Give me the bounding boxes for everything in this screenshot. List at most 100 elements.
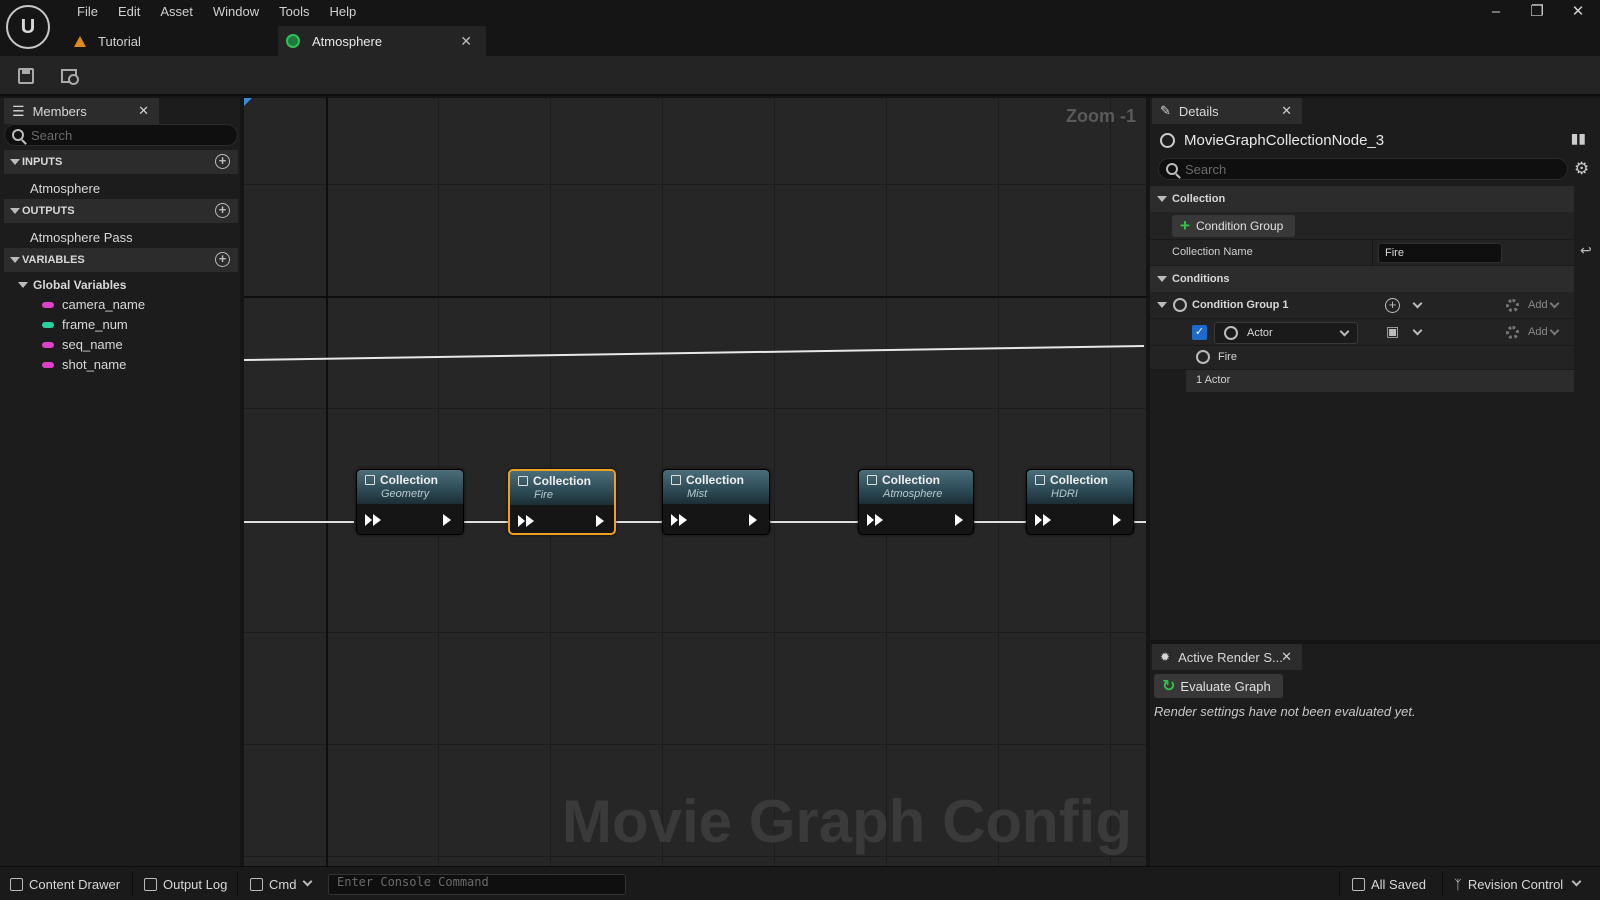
property-label: Collection Name: [1172, 246, 1253, 258]
members-search-input[interactable]: Search: [4, 124, 238, 146]
query-result-label[interactable]: Fire: [1218, 351, 1237, 363]
add-condition-icon[interactable]: +: [1385, 298, 1400, 313]
query-type-dropdown[interactable]: Actor: [1214, 322, 1358, 344]
divider: [1339, 871, 1340, 897]
collection-node-mist[interactable]: Collection Mist: [662, 469, 770, 535]
members-panel: ☰ Members ✕ Search INPUTS + Atmosphere O…: [0, 98, 240, 866]
column-divider: [1372, 240, 1373, 266]
chevron-down-icon[interactable]: [1412, 325, 1423, 336]
collection-node-geometry[interactable]: Collection Geometry: [356, 469, 464, 535]
input-exec-pin[interactable]: [518, 515, 534, 527]
details-tab[interactable]: ✎ Details ✕: [1152, 98, 1302, 124]
menu-window[interactable]: Window: [203, 4, 269, 20]
chevron-down-icon[interactable]: [1549, 325, 1560, 336]
input-exec-pin[interactable]: [867, 514, 883, 526]
collection-node-atmosphere[interactable]: Collection Atmosphere: [858, 469, 974, 535]
all-saved-button[interactable]: All Saved: [1352, 867, 1426, 900]
menu-tools[interactable]: Tools: [269, 4, 319, 20]
content-drawer-button[interactable]: Content Drawer: [10, 867, 120, 900]
minimize-icon[interactable]: –: [1486, 4, 1506, 20]
reset-to-default-icon[interactable]: ↩: [1580, 242, 1592, 259]
settings-gear-icon[interactable]: ⚙: [1574, 159, 1589, 179]
input-exec-pin[interactable]: [1035, 514, 1051, 526]
revision-control-button[interactable]: ᛉ Revision Control: [1454, 867, 1582, 900]
save-button[interactable]: [15, 65, 37, 87]
details-tab-label: Details: [1178, 103, 1219, 119]
menu-asset[interactable]: Asset: [150, 4, 203, 20]
collection-node-hdri[interactable]: Collection HDRI: [1026, 469, 1134, 535]
active-render-settings-tab[interactable]: ✹ Active Render S... ✕: [1152, 644, 1302, 670]
output-log-button[interactable]: Output Log: [144, 867, 227, 900]
menu-help[interactable]: Help: [319, 4, 366, 20]
output-item[interactable]: Atmosphere Pass: [30, 230, 133, 245]
variable-item[interactable]: seq_name: [42, 337, 123, 352]
output-exec-pin[interactable]: [749, 514, 757, 526]
status-bar: Content Drawer Output Log Cmd Enter Cons…: [0, 866, 1600, 900]
output-exec-pin[interactable]: [596, 515, 604, 527]
collection-category[interactable]: Collection: [1150, 186, 1574, 212]
output-log-icon: [144, 877, 157, 891]
global-variables-label: Global Variables: [33, 278, 127, 292]
collapse-arrow-icon: [1157, 196, 1167, 202]
add-variable-icon[interactable]: +: [215, 252, 230, 267]
output-exec-pin[interactable]: [443, 514, 451, 526]
browse-to-asset-button[interactable]: [58, 65, 80, 87]
gear-icon[interactable]: [1506, 299, 1519, 312]
menu-file[interactable]: File: [67, 4, 108, 20]
variable-item[interactable]: shot_name: [42, 357, 126, 372]
add-operation-label[interactable]: Add: [1528, 299, 1548, 311]
tab-label: Atmosphere: [312, 33, 383, 49]
evaluate-graph-button[interactable]: ↻ Evaluate Graph: [1154, 674, 1283, 698]
console-command-input[interactable]: Enter Console Command: [328, 874, 626, 895]
details-search-input[interactable]: Search: [1158, 158, 1568, 180]
movie-graph-icon: [286, 34, 300, 48]
variables-section-header[interactable]: VARIABLES +: [4, 248, 238, 272]
add-condition-group-button[interactable]: + Condition Group: [1172, 215, 1296, 237]
close-window-icon[interactable]: ✕: [1568, 4, 1588, 20]
gear-icon[interactable]: [1506, 326, 1519, 339]
menu-edit[interactable]: Edit: [108, 4, 150, 20]
output-exec-pin[interactable]: [1113, 514, 1121, 526]
chevron-down-icon: [303, 876, 313, 886]
collection-node-fire[interactable]: Collection Fire: [508, 469, 616, 535]
search-icon: [1166, 163, 1178, 175]
tab-tutorial[interactable]: Tutorial: [66, 26, 276, 56]
close-tab-icon[interactable]: ✕: [1281, 649, 1292, 665]
tab-atmosphere[interactable]: Atmosphere ✕: [278, 26, 486, 56]
restore-icon[interactable]: ❐: [1527, 4, 1547, 20]
graph-canvas[interactable]: Collection Geometry Collection Fire Coll…: [244, 98, 1146, 866]
add-actor-icon[interactable]: ▣: [1386, 323, 1399, 340]
variable-item[interactable]: camera_name: [42, 297, 145, 312]
global-variables-group[interactable]: Global Variables: [18, 278, 126, 292]
node-subtitle: HDRI: [1051, 488, 1078, 500]
collapse-arrow-icon: [10, 208, 20, 214]
close-tab-icon[interactable]: ✕: [138, 103, 149, 119]
lock-columns-icon[interactable]: ▮▮: [1571, 130, 1586, 147]
chevron-down-icon[interactable]: [1412, 298, 1423, 309]
input-exec-pin[interactable]: [365, 514, 381, 526]
variable-item[interactable]: frame_num: [42, 317, 128, 332]
chevron-down-icon[interactable]: [1549, 298, 1560, 309]
cmd-dropdown[interactable]: Cmd: [250, 867, 313, 900]
add-output-icon[interactable]: +: [215, 203, 230, 218]
render-tab-label: Active Render S...: [1178, 649, 1283, 665]
input-item[interactable]: Atmosphere: [30, 181, 100, 196]
variable-type-icon: [42, 321, 54, 328]
close-tab-icon[interactable]: ✕: [460, 33, 472, 50]
collection-name-field[interactable]: Fire: [1378, 243, 1502, 263]
input-exec-pin[interactable]: [671, 514, 687, 526]
actor-icon: [1224, 326, 1238, 340]
output-exec-pin[interactable]: [955, 514, 963, 526]
conditions-category[interactable]: Conditions: [1150, 266, 1574, 292]
query-enabled-checkbox[interactable]: ✓: [1192, 325, 1207, 340]
category-label: Collection: [1172, 193, 1226, 205]
condition-group-1-row[interactable]: Condition Group 1 + Add: [1150, 292, 1574, 319]
add-input-icon[interactable]: +: [215, 154, 230, 169]
inputs-section-header[interactable]: INPUTS +: [4, 150, 238, 174]
add-operation-label[interactable]: Add: [1528, 326, 1548, 338]
cmd-label: Cmd: [269, 876, 297, 892]
close-tab-icon[interactable]: ✕: [1281, 103, 1292, 119]
unreal-logo-icon[interactable]: U: [6, 5, 50, 49]
members-tab[interactable]: ☰ Members ✕: [4, 98, 159, 124]
outputs-section-header[interactable]: OUTPUTS +: [4, 199, 238, 223]
